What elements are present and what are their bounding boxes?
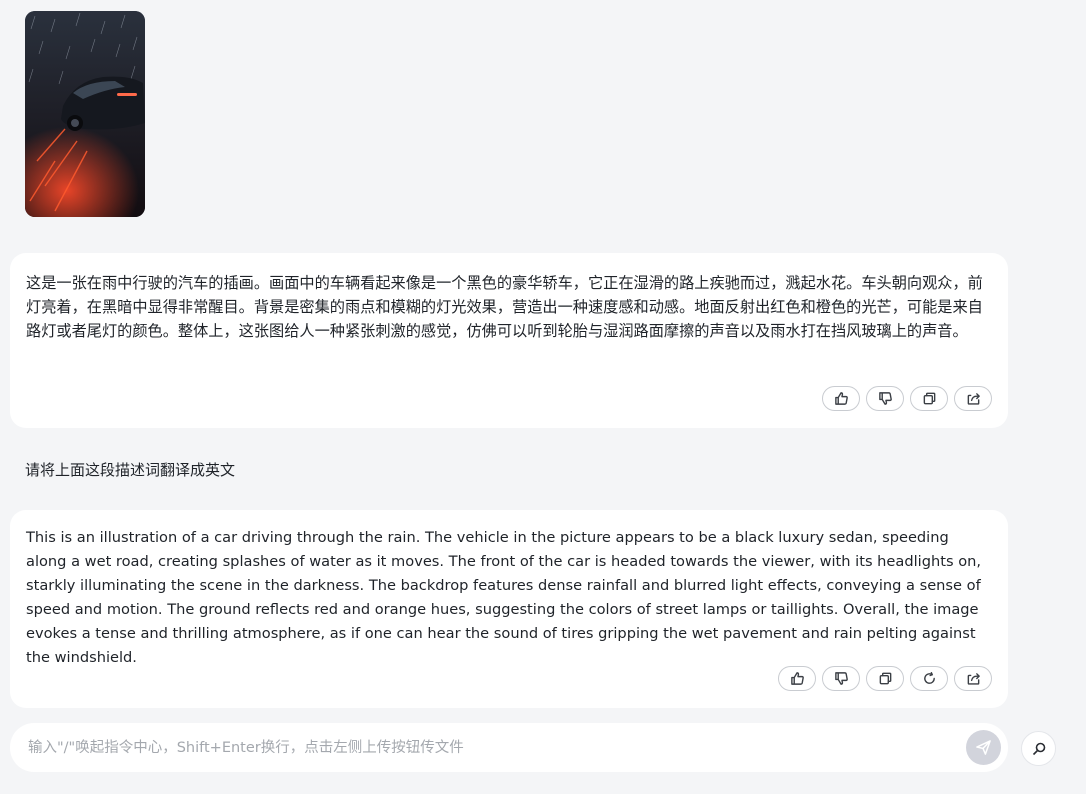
message-input[interactable] [28,723,958,772]
thumbs-down-icon [878,392,892,405]
like-button[interactable] [778,666,816,691]
message-actions [778,666,992,691]
regenerate-icon [923,671,935,684]
uploaded-image[interactable] [25,11,145,217]
thumbs-up-icon [834,392,848,405]
user-message: 请将上面这段描述词翻译成英文 [25,461,236,479]
car-in-rain-image [25,11,145,217]
copy-icon [879,672,891,685]
share-icon [967,673,980,685]
assistant-message-card: 这是一张在雨中行驶的汽车的插画。画面中的车辆看起来像是一个黑色的豪华轿车，它正在… [10,253,1008,428]
dislike-button[interactable] [822,666,860,691]
like-button[interactable] [822,386,860,411]
copy-button[interactable] [866,666,904,691]
message-composer [10,723,1008,772]
send-button[interactable] [966,730,1001,765]
share-icon [967,393,980,405]
share-button[interactable] [954,666,992,691]
thumbs-up-icon [790,672,804,685]
chat-page: 这是一张在雨中行驶的汽车的插画。画面中的车辆看起来像是一个黑色的豪华轿车，它正在… [0,0,1086,794]
message-actions [822,386,992,411]
copy-icon [923,392,935,405]
share-button[interactable] [954,386,992,411]
footer-links [0,786,1018,794]
assistant-message-text: 这是一张在雨中行驶的汽车的插画。画面中的车辆看起来像是一个黑色的豪华轿车，它正在… [26,274,983,340]
thumbs-down-icon [834,672,848,685]
dislike-button[interactable] [866,386,904,411]
assistant-message-text: This is an illustration of a car driving… [26,529,982,666]
send-icon [976,740,991,755]
search-icon [1032,742,1045,755]
copy-button[interactable] [910,386,948,411]
assistant-message-card: This is an illustration of a car driving… [10,510,1008,708]
regenerate-button[interactable] [910,666,948,691]
instruction-center-button[interactable] [1021,731,1056,766]
